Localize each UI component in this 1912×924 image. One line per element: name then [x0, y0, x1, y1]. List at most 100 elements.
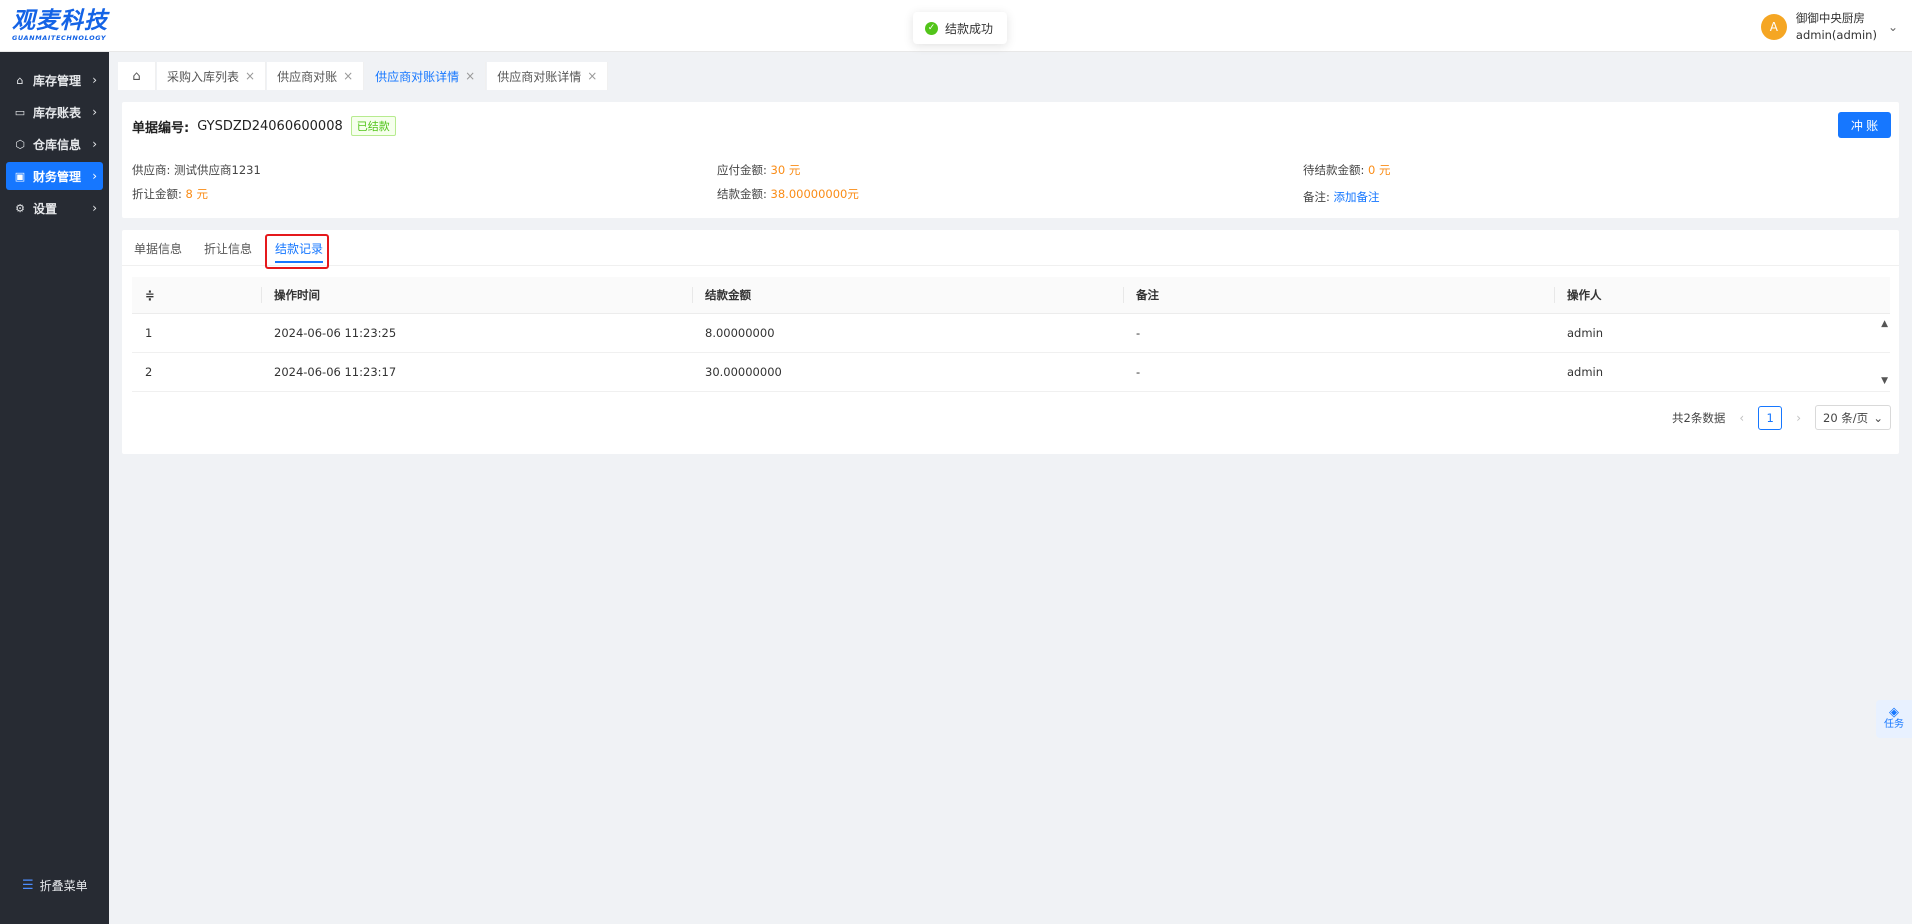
toast-text: 结款成功 [945, 21, 994, 36]
row-operator: admin [1567, 365, 1604, 379]
pending-value: 0 元 [1368, 163, 1391, 177]
home-icon: ⌂ [16, 73, 24, 87]
chevron-right-icon: › [92, 201, 97, 215]
sidebar-item-settings[interactable]: ⚙ 设置 › [6, 194, 103, 222]
column-header-remark: 备注 [1136, 288, 1159, 302]
close-icon[interactable]: × [245, 69, 255, 83]
tab-supplier-reconciliation-detail[interactable]: 供应商对账详情 × [487, 62, 609, 90]
tab-document-info[interactable]: 单据信息 [134, 240, 182, 257]
tab-home[interactable]: ⌂ [118, 62, 156, 90]
top-bar: 观麦科技 GUANMAITECHNOLOGY ✓ 结款成功 A 御御中央厨房 a… [0, 0, 1912, 52]
page-size-value: 20 条/页 [1823, 410, 1869, 425]
table-row[interactable]: 2 2024-06-06 11:23:17 30.00000000 - admi… [132, 353, 1890, 392]
table-row[interactable]: 1 2024-06-06 11:23:25 8.00000000 - admin… [132, 314, 1890, 353]
payment-records-table: ≑ 操作时间 结款金额 备注 操作人 1 2024-06-06 11:23:25… [132, 277, 1890, 392]
column-header-amount: 结款金额 [705, 288, 751, 302]
column-header-time: 操作时间 [274, 288, 320, 302]
tab-label: 供应商对账详情 [375, 69, 460, 84]
pagination-total: 共2条数据 [1672, 410, 1726, 425]
row-time: 2024-06-06 11:23:25 [274, 326, 397, 340]
column-settings-icon[interactable]: ≑ [145, 277, 155, 313]
finance-icon: ▣ [14, 169, 26, 183]
box-icon: ⬡ [15, 137, 25, 151]
sidebar-item-label: 设置 [33, 201, 58, 216]
check-circle-icon: ✓ [925, 21, 938, 35]
supplier-value: 测试供应商1231 [174, 163, 261, 177]
user-org: 御御中央厨房 [1795, 11, 1865, 25]
tab-purchase-inbound-list[interactable]: 采购入库列表 × [157, 62, 267, 90]
pagination: 共2条数据 ‹ 1 › 20 条/页 ⌄ [1672, 405, 1891, 430]
scroll-down-arrow-icon[interactable]: ▼ [1881, 376, 1888, 386]
settled-field: 结款金额: 38.00000000元 [717, 186, 859, 202]
sidebar-item-label: 仓库信息 [33, 137, 82, 152]
next-page-icon[interactable]: › [1796, 411, 1801, 425]
row-remark: - [1136, 326, 1141, 340]
chevron-down-icon: ⌄ [1887, 20, 1898, 34]
sidebar-item-label: 财务管理 [33, 169, 82, 184]
page-number-current[interactable]: 1 [1758, 405, 1783, 430]
reverse-entry-button[interactable]: 冲 账 [1838, 112, 1891, 138]
detail-tabs: 单据信息 折让信息 结款记录 [122, 230, 1899, 266]
row-index: 2 [145, 365, 153, 379]
sidebar-item-label: 库存管理 [33, 73, 82, 88]
page-size-select[interactable]: 20 条/页 ⌄ [1815, 405, 1891, 430]
brand-logo[interactable]: 观麦科技 GUANMAITECHNOLOGY [12, 8, 122, 46]
user-account: admin(admin) [1795, 28, 1877, 42]
tab-label: 单据信息 [134, 242, 183, 256]
document-number-label: 单据编号: [132, 120, 190, 136]
column-header-operator: 操作人 [1567, 288, 1602, 302]
gear-icon: ⚙ [15, 201, 25, 215]
chevron-right-icon: › [92, 137, 97, 151]
close-icon[interactable]: × [587, 69, 597, 83]
close-icon[interactable]: × [343, 69, 353, 83]
pending-label: 待结款金额: [1303, 163, 1365, 177]
supplier-field: 供应商: 测试供应商1231 [132, 162, 261, 178]
status-badge: 已结款 [350, 116, 396, 136]
highlight-annotation-box [265, 234, 329, 269]
add-remark-link[interactable]: 添加备注 [1334, 190, 1380, 204]
settled-value: 38.00000000元 [770, 187, 859, 201]
tab-supplier-reconciliation-detail-active[interactable]: 供应商对账详情 × [365, 62, 487, 90]
tab-discount-info[interactable]: 折让信息 [204, 240, 252, 257]
document-number-value: GYSDZD24060600008 [197, 118, 343, 134]
scroll-up-arrow-icon[interactable]: ▲ [1881, 319, 1888, 329]
row-amount: 8.00000000 [705, 326, 775, 340]
task-label: 任务 [1884, 719, 1904, 730]
chevron-right-icon: › [92, 169, 97, 183]
chevron-right-icon: › [92, 105, 97, 119]
tab-label: 供应商对账 [277, 69, 338, 84]
collapse-menu-label: 折叠菜单 [39, 879, 88, 893]
row-time: 2024-06-06 11:23:17 [274, 365, 397, 379]
discount-field: 折让金额: 8 元 [132, 186, 208, 202]
task-float-button[interactable]: ◈ 任务 [1876, 700, 1912, 738]
remark-field: 备注: 添加备注 [1303, 189, 1380, 205]
sidebar-item-finance[interactable]: ▣ 财务管理 › [6, 162, 103, 190]
prev-page-icon[interactable]: ‹ [1739, 411, 1744, 425]
sidebar-item-warehouse[interactable]: ⬡ 仓库信息 › [6, 130, 103, 158]
tab-supplier-reconciliation[interactable]: 供应商对账 × [267, 62, 365, 90]
tab-label: 折让信息 [204, 242, 253, 256]
ledger-icon: ▭ [14, 105, 26, 119]
discount-value: 8 元 [185, 187, 209, 201]
home-icon: ⌂ [132, 68, 141, 84]
sidebar-item-inventory[interactable]: ⌂ 库存管理 › [6, 66, 103, 94]
row-index: 1 [145, 326, 153, 340]
payable-label: 应付金额: [717, 163, 767, 177]
settled-label: 结款金额: [717, 187, 767, 201]
user-menu[interactable]: A 御御中央厨房 admin(admin) ⌄ [1760, 10, 1898, 44]
row-amount: 30.00000000 [705, 365, 782, 379]
tab-label: 采购入库列表 [167, 69, 240, 84]
pending-field: 待结款金额: 0 元 [1303, 162, 1391, 178]
brand-tagline: GUANMAITECHNOLOGY [12, 34, 107, 42]
document-number: 单据编号: GYSDZD24060600008 已结款 [132, 116, 396, 136]
supplier-label: 供应商: [132, 163, 171, 177]
avatar: A [1760, 14, 1787, 40]
sidebar-item-ledger[interactable]: ▭ 库存账表 › [6, 98, 103, 126]
payable-field: 应付金额: 30 元 [717, 162, 800, 178]
row-remark: - [1136, 365, 1141, 379]
collapse-menu-button[interactable]: ☰ 折叠菜单 [22, 877, 88, 894]
close-icon[interactable]: × [465, 69, 475, 83]
remark-label: 备注: [1303, 190, 1330, 204]
records-card: 单据信息 折让信息 结款记录 ≑ 操作时间 结款金额 备注 操作人 1 2024… [122, 230, 1899, 454]
discount-label: 折让金额: [132, 187, 182, 201]
